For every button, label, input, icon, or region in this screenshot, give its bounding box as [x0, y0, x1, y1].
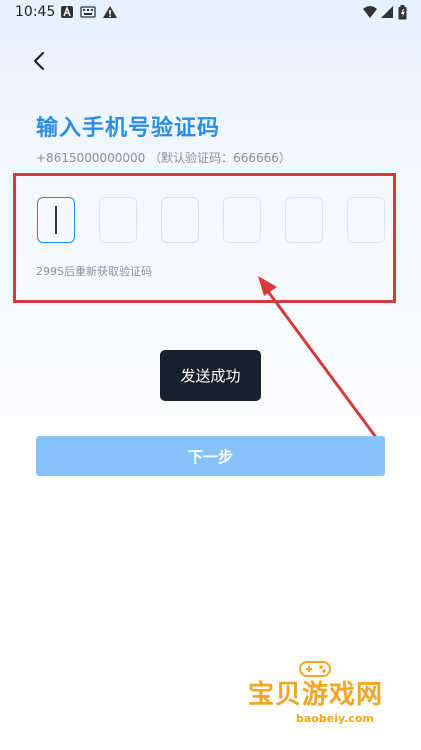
- watermark-title: 宝贝游戏网: [248, 680, 384, 710]
- next-step-button[interactable]: 下一步: [36, 436, 385, 476]
- watermark-url: baobeiy.com: [292, 712, 378, 725]
- toast-message: 发送成功: [160, 350, 261, 401]
- watermark-logo: 宝贝游戏网 baobeiy.com: [230, 650, 400, 745]
